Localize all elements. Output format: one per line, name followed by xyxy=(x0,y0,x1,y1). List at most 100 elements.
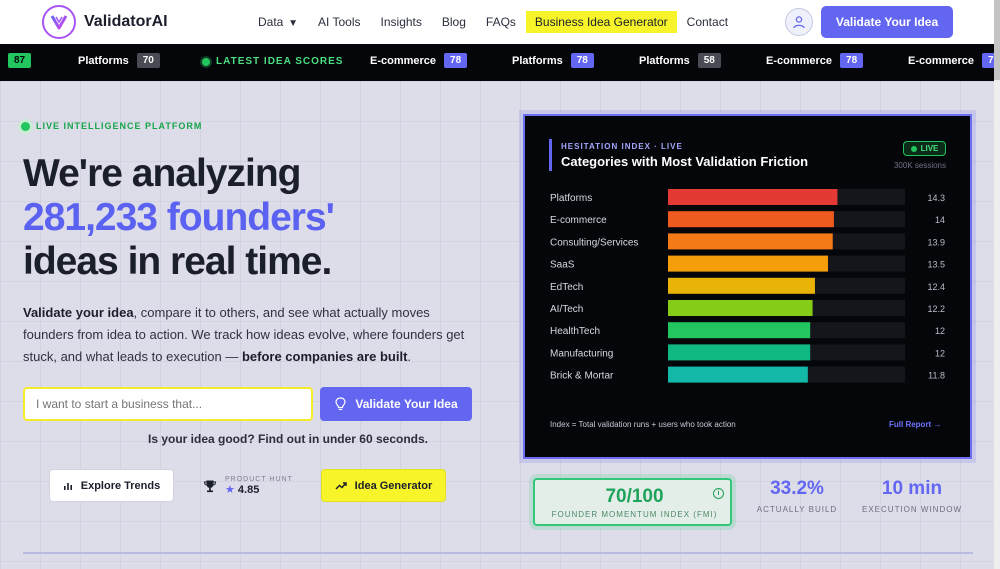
metric-value: 10 min xyxy=(881,478,943,499)
ticker-label: E-commerce xyxy=(370,54,437,67)
nav-link-business-idea-generator[interactable]: Business Idea Generator xyxy=(525,11,677,33)
card-accent-bar xyxy=(549,139,552,171)
value-label: 13.5 xyxy=(927,260,945,270)
scrollbar-thumb[interactable] xyxy=(994,0,1000,80)
ticker-live-text: LATEST IDEA SCORES xyxy=(216,56,344,67)
actually-build-metric: 33.2% ACTUALLY BUILD xyxy=(748,478,846,514)
product-hunt-caption: PRODUCT HUNT xyxy=(225,476,293,483)
metric-label: ACTUALLY BUILD xyxy=(756,505,838,514)
full-report-link[interactable]: Full Report → xyxy=(889,420,941,429)
ticker-item: E-commerce 78 xyxy=(766,53,864,68)
live-pill-label: LIVE xyxy=(920,144,939,153)
ticker-item: 87 xyxy=(8,53,32,68)
idea-input[interactable] xyxy=(23,387,313,421)
caret-down-icon: ▼ xyxy=(285,18,299,29)
nav-link-ai-tools[interactable]: AI Tools xyxy=(308,12,370,32)
value-label: 12.4 xyxy=(927,282,945,292)
ticker-item: Platforms 78 xyxy=(512,53,594,68)
sessions-count: 300K sessions xyxy=(893,161,946,170)
value-label: 14.3 xyxy=(927,193,945,203)
value-label: 11.8 xyxy=(928,371,945,381)
bar[interactable] xyxy=(668,322,811,339)
headline-accent: 281,233 founders' xyxy=(23,196,335,239)
card-kicker: HESITATION INDEX · LIVE xyxy=(561,142,683,151)
user-icon xyxy=(793,16,805,29)
ticker-item: Platforms 58 xyxy=(639,53,721,68)
product-hunt-badge[interactable]: PRODUCT HUNT ★ 4.85 xyxy=(203,476,293,496)
live-dot-icon xyxy=(910,145,917,152)
ticker-label: Platforms xyxy=(512,54,563,67)
friction-bar-chart: Platforms 14.3 E-commerce 14 Consulting/Serv… xyxy=(550,189,945,383)
value-label: 13.9 xyxy=(927,237,945,247)
ticker-live-label: LATEST IDEA SCORES xyxy=(202,56,343,67)
value-label: 12 xyxy=(935,348,945,358)
card-footnote: Index = Total validation runs + users wh… xyxy=(550,420,736,429)
user-account-button[interactable] xyxy=(785,8,813,36)
explore-button-label: Explore Trends xyxy=(80,479,161,492)
bar[interactable] xyxy=(668,344,811,361)
nav-link-insights[interactable]: Insights xyxy=(371,12,432,32)
nav-link-data[interactable]: Data ▼ xyxy=(248,12,308,32)
nav-link-faqs[interactable]: FAQs xyxy=(476,12,526,32)
ticker-item: E-commerce 78 xyxy=(370,53,468,68)
category-label: Platforms xyxy=(550,193,592,204)
bar[interactable] xyxy=(668,300,813,316)
info-icon[interactable]: i xyxy=(713,488,724,499)
nav-link-blog[interactable]: Blog xyxy=(432,12,476,32)
validate-button-label: Validate Your Idea xyxy=(355,397,458,411)
ticker-item: Platforms 70 xyxy=(78,53,160,68)
hero-headline: We're analyzing 281,233 founders' ideas … xyxy=(23,152,335,284)
product-hunt-rating: 4.85 xyxy=(237,484,260,496)
score-ticker: 87 Platforms 70 LATEST IDEA SCORES E-com… xyxy=(0,44,994,81)
hero-subquestion: Is your idea good? Find out in under 60 … xyxy=(147,432,429,446)
live-pill: LIVE xyxy=(903,141,946,156)
ticker-score: 7 xyxy=(982,53,994,68)
metric-value: 33.2% xyxy=(770,478,824,499)
trophy-icon xyxy=(203,480,217,493)
trend-up-icon xyxy=(335,481,347,489)
logo-mark-icon xyxy=(42,5,76,39)
star-icon: ★ xyxy=(225,484,238,496)
idea-generator-button[interactable]: Idea Generator xyxy=(321,469,446,502)
value-label: 12 xyxy=(935,326,945,336)
generator-button-label: Idea Generator xyxy=(354,479,433,492)
bar[interactable] xyxy=(668,366,808,383)
ticker-label: E-commerce xyxy=(908,54,975,67)
ticker-item: E-commerce 7 xyxy=(908,53,994,68)
bar-chart-icon xyxy=(63,482,72,490)
bar[interactable] xyxy=(668,255,828,272)
ticker-label: E-commerce xyxy=(766,54,833,67)
ticker-score: 78 xyxy=(570,53,594,68)
bar[interactable] xyxy=(668,233,833,250)
desc-bold: Validate your idea xyxy=(23,305,134,320)
hero-description: Validate your idea, compare it to others… xyxy=(23,302,478,368)
section-divider xyxy=(23,552,973,554)
value-label: 12.2 xyxy=(927,304,945,314)
card-title: Categories with Most Validation Friction xyxy=(561,154,809,169)
category-label: SaaS xyxy=(550,260,575,271)
value-label: 14 xyxy=(935,215,945,225)
fmi-value: 70/100 xyxy=(605,486,664,507)
nav-link-contact[interactable]: Contact xyxy=(677,12,738,32)
category-label: HealthTech xyxy=(550,326,600,337)
explore-trends-button[interactable]: Explore Trends xyxy=(49,469,174,502)
scrollbar-track[interactable] xyxy=(994,0,1000,569)
fmi-metric-card: 70/100 FOUNDER MOMENTUM INDEX (FMI) i xyxy=(533,478,732,526)
nav-link-label: Data xyxy=(258,15,284,29)
nav-validate-button[interactable]: Validate Your Idea xyxy=(821,6,953,38)
category-label: Consulting/Services xyxy=(550,237,638,248)
ticker-label: Platforms xyxy=(78,54,129,67)
category-label: E-commerce xyxy=(550,215,607,226)
top-nav: ValidatorAI Data ▼ AI Tools Insights Blo… xyxy=(0,0,1000,44)
fmi-label: FOUNDER MOMENTUM INDEX (FMI) xyxy=(551,510,718,519)
badge-label: LIVE INTELLIGENCE PLATFORM xyxy=(36,121,203,131)
ticker-score: 58 xyxy=(697,53,721,68)
brand-logo[interactable]: ValidatorAI xyxy=(42,5,168,39)
bar[interactable] xyxy=(668,211,834,228)
bar[interactable] xyxy=(668,277,815,294)
metric-label: EXECUTION WINDOW xyxy=(862,505,962,514)
validate-idea-button[interactable]: Validate Your Idea xyxy=(320,387,472,421)
live-platform-badge: LIVE INTELLIGENCE PLATFORM xyxy=(21,121,202,131)
bar[interactable] xyxy=(668,189,838,205)
headline-line: ideas in real time. xyxy=(23,240,332,283)
